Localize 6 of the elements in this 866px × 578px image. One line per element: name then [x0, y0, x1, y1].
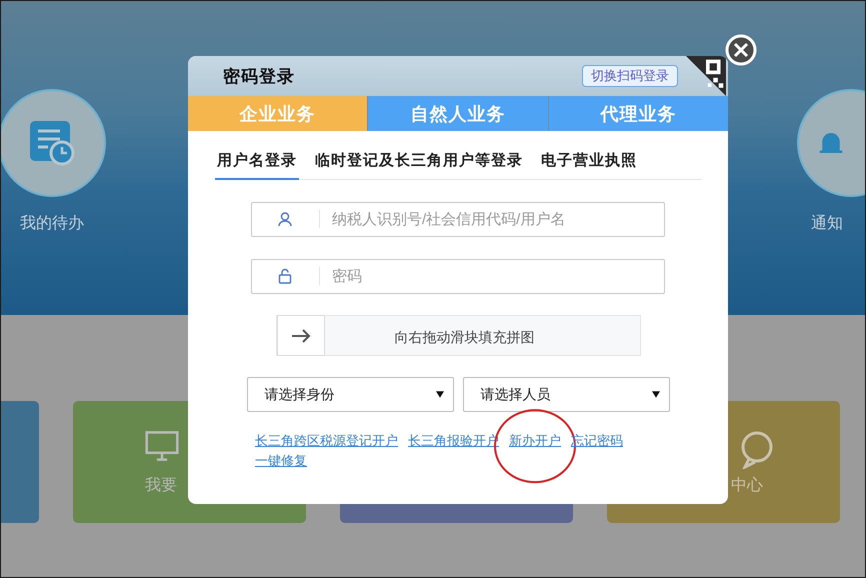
tile-label: 中心 — [731, 476, 763, 496]
dialog-title: 密码登录 — [223, 66, 295, 88]
tile-label: 我要 — [145, 476, 177, 496]
shortcut-label: 通知 — [811, 214, 843, 234]
shortcut-label: 我的待办 — [20, 214, 84, 234]
slider-hint: 向右拖动滑块填充拼图 — [394, 328, 534, 346]
